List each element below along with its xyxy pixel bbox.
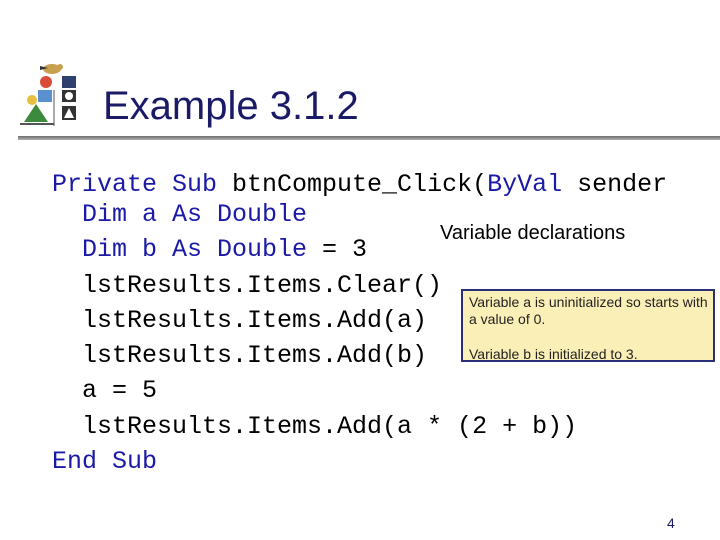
slide-title: Example 3.1.2 (103, 84, 359, 128)
page-number: 4 (667, 515, 675, 531)
code-keyword: ByVal (487, 170, 563, 199)
title-divider (18, 136, 720, 140)
code-line: End Sub (52, 447, 157, 477)
code-line: Dim b As Double = 3 (82, 235, 367, 265)
code-keyword: Dim b As Double (82, 235, 308, 264)
code-text: lstResults.Items.Add(b) (82, 341, 428, 370)
code-text: lstResults.Items.Add(a) (82, 306, 428, 335)
code-line: lstResults.Items.Clear() (82, 271, 442, 301)
code-text: lstResults.Items.Add(a * (2 + b)) (82, 412, 578, 441)
note-variable-a: Variable a is uninitialized so starts wi… (469, 294, 708, 327)
code-keyword: Dim a As Double (82, 200, 308, 229)
variable-notes-box: Variable a is uninitialized so starts wi… (461, 289, 715, 362)
code-line: Private Sub btnCompute_Click(ByVal sende… (52, 170, 667, 200)
code-line: a = 5 (82, 376, 157, 406)
code-text: sender (562, 170, 668, 199)
code-line: lstResults.Items.Add(a * (2 + b)) (82, 412, 577, 442)
note-variable-b: Variable b is initialized to 3. (469, 346, 638, 362)
code-keyword: Private Sub (52, 170, 233, 199)
code-text: btnCompute_Click( (232, 170, 488, 199)
code-line: lstResults.Items.Add(b) (82, 341, 427, 371)
code-line: lstResults.Items.Add(a) (82, 306, 427, 336)
code-line: Dim a As Double (82, 200, 307, 230)
code-text: a = 5 (82, 376, 158, 405)
code-text: = 3 (307, 235, 368, 264)
declarations-label: Variable declarations (440, 222, 626, 244)
code-text: lstResults.Items.Clear() (82, 271, 443, 300)
shapes-logo-icon (20, 64, 76, 126)
code-keyword: End Sub (52, 447, 158, 476)
